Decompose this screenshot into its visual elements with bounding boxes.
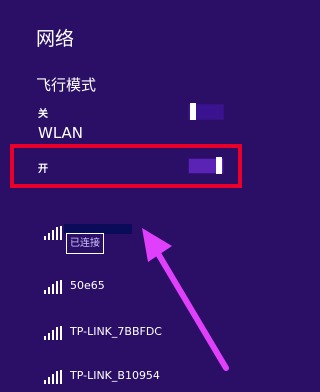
annotation-arrow <box>142 228 229 371</box>
